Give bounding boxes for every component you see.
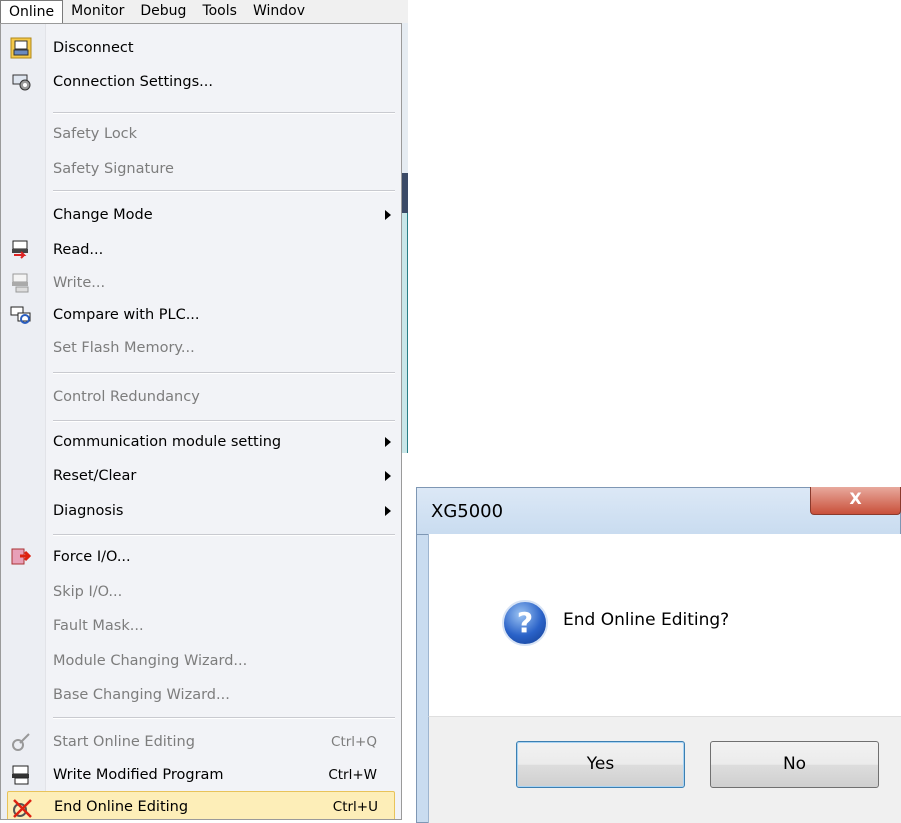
- menu-item-start-online-editing[interactable]: Start Online Editing Ctrl+Q: [1, 726, 399, 758]
- menu-separator: [53, 717, 395, 719]
- menu-item-label: Start Online Editing: [53, 734, 195, 750]
- menu-item-disconnect[interactable]: Disconnect: [1, 32, 399, 64]
- submenu-arrow-icon: [385, 506, 391, 516]
- menu-item-skip-io[interactable]: Skip I/O...: [1, 576, 399, 608]
- background-panel: [402, 213, 408, 453]
- close-button[interactable]: X: [810, 487, 901, 515]
- question-icon: ?: [502, 600, 548, 646]
- connection-settings-icon: [10, 71, 32, 93]
- menu-separator: [53, 190, 395, 192]
- menu-item-label: Safety Lock: [53, 126, 138, 142]
- menu-item-label: Communication module setting: [53, 434, 282, 450]
- menu-item-connection-settings[interactable]: Connection Settings...: [1, 66, 399, 98]
- menu-debug[interactable]: Debug: [132, 0, 194, 23]
- menu-item-write-modified-program[interactable]: Write Modified Program Ctrl+W: [1, 759, 399, 791]
- menu-item-force-io[interactable]: Force I/O...: [1, 541, 399, 573]
- no-button[interactable]: No: [710, 741, 879, 788]
- menu-item-control-redundancy[interactable]: Control Redundancy: [1, 381, 399, 413]
- menu-item-label: Safety Signature: [53, 161, 174, 177]
- menu-item-safety-lock[interactable]: Safety Lock: [1, 118, 399, 150]
- dialog-title: XG5000: [431, 501, 504, 522]
- menu-tools[interactable]: Tools: [194, 0, 245, 23]
- menu-separator: [53, 420, 395, 422]
- menu-item-label: Diagnosis: [53, 503, 124, 519]
- menu-item-read[interactable]: Read...: [1, 234, 399, 266]
- menu-item-label: Force I/O...: [53, 549, 131, 565]
- confirm-dialog: XG5000 X ? End Online Editing? Yes No: [416, 487, 901, 823]
- yes-button[interactable]: Yes: [516, 741, 685, 788]
- menu-monitor[interactable]: Monitor: [63, 0, 132, 23]
- background-strip: [402, 173, 408, 213]
- menu-item-module-changing-wizard[interactable]: Module Changing Wizard...: [1, 645, 399, 677]
- menu-item-set-flash-memory[interactable]: Set Flash Memory...: [1, 332, 399, 364]
- online-dropdown-menu: Disconnect Connection Settings... Safety…: [0, 23, 402, 820]
- read-icon: [10, 239, 32, 261]
- menu-item-label: Set Flash Memory...: [53, 340, 195, 356]
- menu-item-shortcut: Ctrl+Q: [331, 734, 377, 750]
- menu-item-communication-module-setting[interactable]: Communication module setting: [1, 426, 399, 458]
- menu-separator: [53, 112, 395, 114]
- menu-bar: Online Monitor Debug Tools Windov: [0, 0, 408, 26]
- menu-item-label: Control Redundancy: [53, 389, 200, 405]
- menu-item-label: Compare with PLC...: [53, 307, 200, 323]
- menu-item-fault-mask[interactable]: Fault Mask...: [1, 610, 399, 642]
- menu-window[interactable]: Windov: [245, 0, 313, 23]
- write-icon: [10, 272, 32, 294]
- menu-item-shortcut: Ctrl+U: [332, 799, 378, 815]
- menu-separator: [53, 534, 395, 536]
- compare-icon: [10, 304, 32, 326]
- menu-item-label: Connection Settings...: [53, 74, 213, 90]
- menu-item-safety-signature[interactable]: Safety Signature: [1, 153, 399, 185]
- dialog-message: End Online Editing?: [563, 610, 730, 630]
- menu-item-reset-clear[interactable]: Reset/Clear: [1, 460, 399, 492]
- menu-item-label: Module Changing Wizard...: [53, 653, 248, 669]
- menu-item-label: Base Changing Wizard...: [53, 687, 230, 703]
- menu-item-diagnosis[interactable]: Diagnosis: [1, 495, 399, 527]
- menu-item-label: Disconnect: [53, 40, 134, 56]
- write-modified-program-icon: [10, 764, 32, 786]
- menu-item-shortcut: Ctrl+W: [328, 767, 377, 783]
- force-io-icon: [10, 546, 32, 568]
- submenu-arrow-icon: [385, 471, 391, 481]
- disconnect-icon: [10, 37, 32, 59]
- menu-separator: [53, 372, 395, 374]
- menu-item-change-mode[interactable]: Change Mode: [1, 199, 399, 231]
- menu-online[interactable]: Online: [0, 0, 64, 26]
- menu-item-label: Reset/Clear: [53, 468, 137, 484]
- end-online-editing-icon: [11, 797, 33, 819]
- start-online-editing-icon: [10, 731, 32, 753]
- submenu-arrow-icon: [385, 437, 391, 447]
- background-window: [402, 23, 408, 453]
- menu-item-end-online-editing[interactable]: End Online Editing Ctrl+U: [7, 791, 395, 819]
- menu-item-compare-with-plc[interactable]: Compare with PLC...: [1, 299, 399, 331]
- menu-item-label: Write Modified Program: [53, 767, 224, 783]
- menu-item-label: Change Mode: [53, 207, 153, 223]
- menu-item-base-changing-wizard[interactable]: Base Changing Wizard...: [1, 679, 399, 711]
- menu-item-label: Fault Mask...: [53, 618, 144, 634]
- menu-item-label: Read...: [53, 242, 104, 258]
- menu-item-write[interactable]: Write...: [1, 267, 399, 299]
- submenu-arrow-icon: [385, 210, 391, 220]
- menu-item-label: Skip I/O...: [53, 584, 123, 600]
- menu-item-label: Write...: [53, 275, 106, 291]
- menu-item-label: End Online Editing: [54, 799, 189, 815]
